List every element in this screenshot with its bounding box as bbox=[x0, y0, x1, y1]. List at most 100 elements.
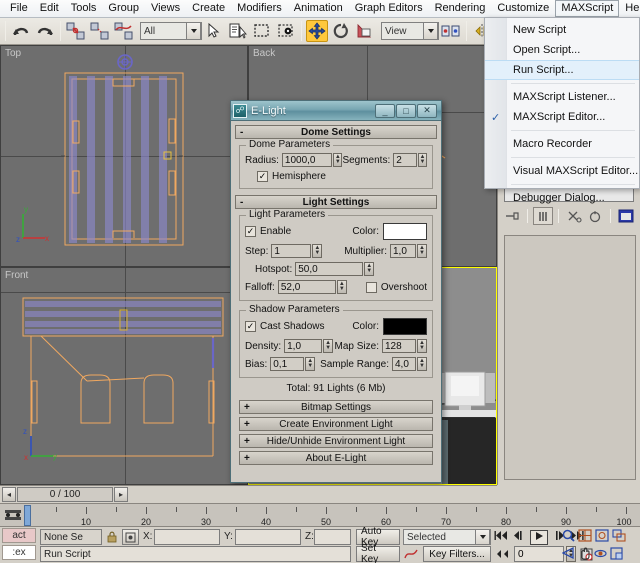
light-color-swatch[interactable] bbox=[383, 223, 427, 240]
bias-spinner[interactable]: ▲▼ bbox=[305, 357, 315, 371]
play-animation-icon[interactable] bbox=[530, 530, 548, 545]
menu-item-visual-maxscript-editor[interactable]: Visual MAXScript Editor... bbox=[485, 161, 639, 181]
menu-group[interactable]: Group bbox=[102, 0, 145, 17]
chevron-down-icon[interactable] bbox=[186, 22, 201, 40]
menu-item-run-script[interactable]: Run Script... bbox=[485, 60, 639, 80]
radius-spinner[interactable]: ▲▼ bbox=[333, 153, 342, 167]
bind-to-space-warp-icon[interactable] bbox=[113, 20, 135, 42]
zoom-all-icon[interactable] bbox=[578, 529, 592, 545]
bitmap-settings-rollout-header[interactable]: + Bitmap Settings bbox=[239, 400, 433, 414]
multiplier-input[interactable]: 1,0 bbox=[390, 244, 416, 258]
menu-item-new-script[interactable]: New Script bbox=[485, 20, 639, 40]
multiplier-spinner[interactable]: ▲▼ bbox=[417, 244, 427, 258]
x-input[interactable] bbox=[154, 529, 220, 545]
lock-icon[interactable] bbox=[105, 530, 118, 544]
menu-modifiers[interactable]: Modifiers bbox=[231, 0, 288, 17]
hotspot-spinner[interactable]: ▲▼ bbox=[364, 262, 374, 276]
step-spinner[interactable]: ▲▼ bbox=[312, 244, 322, 258]
tab-max-script-listener[interactable]: :ex bbox=[2, 545, 36, 560]
enable-checkbox[interactable]: ✓ bbox=[245, 226, 256, 237]
menu-graph-editors[interactable]: Graph Editors bbox=[349, 0, 429, 17]
reference-coordinate-combo[interactable]: View bbox=[381, 22, 439, 40]
key-filters-button[interactable]: Key Filters... bbox=[423, 546, 491, 562]
go-to-start-icon[interactable] bbox=[494, 530, 508, 544]
sample-range-spinner[interactable]: ▲▼ bbox=[417, 357, 427, 371]
select-by-name-icon[interactable] bbox=[227, 20, 249, 42]
viewport-top[interactable]: Top bbox=[0, 45, 248, 267]
create-environment-light-rollout-header[interactable]: + Create Environment Light bbox=[239, 417, 433, 431]
menu-item-macro-recorder[interactable]: Macro Recorder bbox=[485, 134, 639, 154]
select-and-scale-icon[interactable] bbox=[354, 20, 376, 42]
menu-maxscript[interactable]: MAXScript bbox=[555, 0, 619, 17]
hide-unhide-environment-light-toggle[interactable]: + bbox=[244, 436, 250, 447]
use-pivot-point-center-icon[interactable] bbox=[440, 20, 462, 42]
absolute-relative-transform-icon[interactable] bbox=[122, 529, 139, 545]
redo-icon[interactable] bbox=[34, 20, 56, 42]
key-mode-combo[interactable]: Selected bbox=[403, 529, 491, 545]
menu-help[interactable]: Help bbox=[619, 0, 640, 17]
maximize-viewport-toggle-icon[interactable] bbox=[610, 547, 623, 563]
z-input[interactable] bbox=[314, 529, 351, 545]
create-environment-light-toggle[interactable]: + bbox=[244, 419, 250, 430]
pin-stack-icon[interactable] bbox=[502, 207, 522, 225]
maximize-button[interactable]: □ bbox=[396, 104, 416, 118]
falloff-spinner[interactable]: ▲▼ bbox=[337, 280, 347, 294]
select-and-move-icon[interactable] bbox=[306, 20, 328, 42]
segments-input[interactable]: 2 bbox=[393, 153, 417, 167]
time-slider-handle[interactable] bbox=[24, 505, 31, 526]
track-bar-ruler[interactable]: 0 10 20 30 40 50 60 70 80 90 100 bbox=[26, 504, 640, 526]
light-settings-rollout-header[interactable]: - Light Settings bbox=[235, 195, 437, 209]
configure-modifier-sets-icon[interactable] bbox=[616, 207, 636, 225]
show-end-result-icon[interactable] bbox=[533, 207, 553, 225]
overshoot-checkbox[interactable] bbox=[366, 282, 377, 293]
viewport-front[interactable]: Front bbox=[0, 267, 248, 485]
chevron-down-icon[interactable] bbox=[475, 529, 490, 545]
menu-edit[interactable]: Edit bbox=[34, 0, 65, 17]
shadow-color-swatch[interactable] bbox=[383, 318, 427, 335]
map-size-input[interactable]: 128 bbox=[382, 339, 416, 353]
step-input[interactable]: 1 bbox=[271, 244, 311, 258]
menu-item-debugger-dialog[interactable]: Debugger Dialog... bbox=[485, 188, 639, 208]
prev-frame-button[interactable]: ◂ bbox=[2, 487, 16, 502]
menu-item-maxscript-listener[interactable]: MAXScript Listener... bbox=[485, 87, 639, 107]
hide-unhide-environment-light-rollout-header[interactable]: + Hide/Unhide Environment Light bbox=[239, 434, 433, 448]
dome-settings-toggle[interactable]: - bbox=[240, 127, 243, 138]
falloff-input[interactable]: 52,0 bbox=[278, 280, 336, 294]
set-key-button[interactable]: Set Key bbox=[356, 546, 400, 562]
minimize-button[interactable]: _ bbox=[375, 104, 395, 118]
sample-range-input[interactable]: 4,0 bbox=[392, 357, 416, 371]
menu-views[interactable]: Views bbox=[145, 0, 186, 17]
hotspot-input[interactable]: 50,0 bbox=[295, 262, 363, 276]
pan-view-icon[interactable] bbox=[578, 547, 591, 563]
window-crossing-toggle-icon[interactable] bbox=[275, 20, 297, 42]
menu-tools[interactable]: Tools bbox=[65, 0, 103, 17]
previous-frame-icon[interactable] bbox=[512, 530, 526, 544]
y-input[interactable] bbox=[235, 529, 301, 545]
dome-settings-rollout-header[interactable]: - Dome Settings bbox=[235, 125, 437, 139]
zoom-extents-all-icon[interactable] bbox=[612, 529, 626, 545]
current-frame-display[interactable]: 0 / 100 bbox=[17, 487, 113, 502]
cast-shadows-checkbox[interactable]: ✓ bbox=[245, 321, 256, 332]
map-size-spinner[interactable]: ▲▼ bbox=[417, 339, 427, 353]
menu-create[interactable]: Create bbox=[186, 0, 231, 17]
select-object-icon[interactable] bbox=[203, 20, 225, 42]
segments-spinner[interactable]: ▲▼ bbox=[418, 153, 427, 167]
density-spinner[interactable]: ▲▼ bbox=[323, 339, 333, 353]
bitmap-settings-toggle[interactable]: + bbox=[244, 402, 250, 413]
menu-rendering[interactable]: Rendering bbox=[429, 0, 492, 17]
select-and-rotate-icon[interactable] bbox=[330, 20, 352, 42]
radius-input[interactable]: 1000,0 bbox=[282, 153, 332, 167]
open-mini-curve-editor-icon[interactable] bbox=[2, 506, 24, 524]
set-key-filters-curve-icon[interactable] bbox=[403, 546, 419, 562]
menu-item-open-script[interactable]: Open Script... bbox=[485, 40, 639, 60]
selection-filter-combo[interactable]: All bbox=[140, 22, 202, 40]
chevron-down-icon[interactable] bbox=[423, 22, 438, 40]
maxscript-dropdown-menu[interactable]: New Script Open Script... Run Script... … bbox=[484, 17, 640, 189]
zoom-icon[interactable] bbox=[562, 529, 575, 545]
light-settings-toggle[interactable]: - bbox=[240, 197, 243, 208]
density-input[interactable]: 1,0 bbox=[284, 339, 322, 353]
key-mode-toggle-icon[interactable] bbox=[494, 546, 512, 562]
menu-file[interactable]: File bbox=[4, 0, 34, 17]
zoom-extents-icon[interactable] bbox=[595, 529, 609, 545]
remove-modifier-icon[interactable] bbox=[564, 207, 584, 225]
